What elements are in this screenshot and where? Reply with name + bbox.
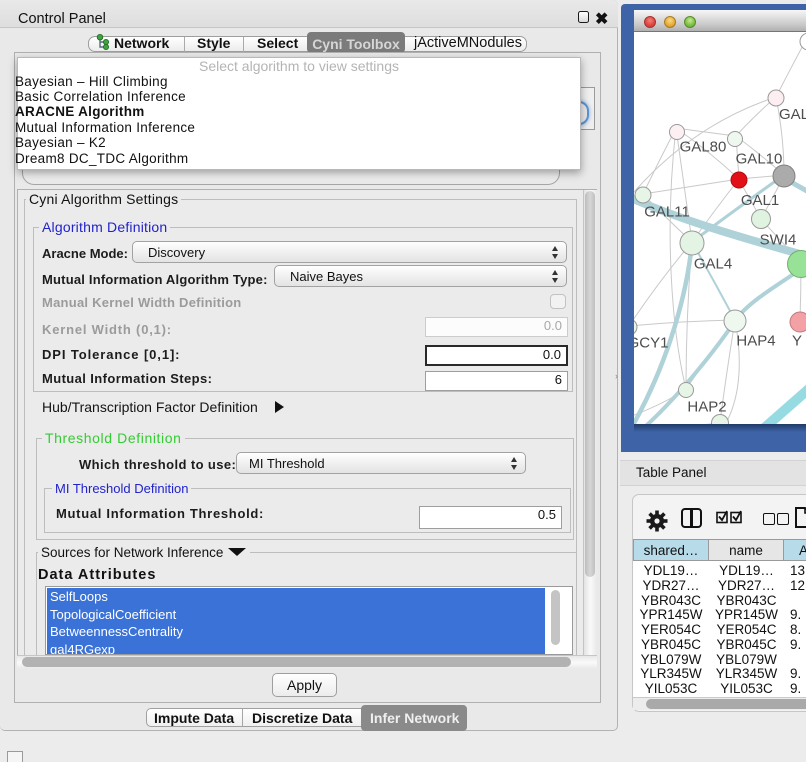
svg-text:GCY1: GCY1 xyxy=(634,335,668,352)
svg-text:GAL1: GAL1 xyxy=(741,192,779,209)
svg-text:SWI4: SWI4 xyxy=(760,232,797,249)
svg-text:GAL80: GAL80 xyxy=(680,139,727,156)
svg-text:HAP2: HAP2 xyxy=(687,399,726,416)
svg-text:GAL11: GAL11 xyxy=(644,204,690,221)
svg-text:GAL10: GAL10 xyxy=(736,151,783,168)
svg-text:Y: Y xyxy=(792,333,802,350)
svg-text:HAP4: HAP4 xyxy=(736,333,775,350)
svg-text:GAL7: GAL7 xyxy=(779,106,806,123)
svg-text:GAL4: GAL4 xyxy=(694,256,732,273)
